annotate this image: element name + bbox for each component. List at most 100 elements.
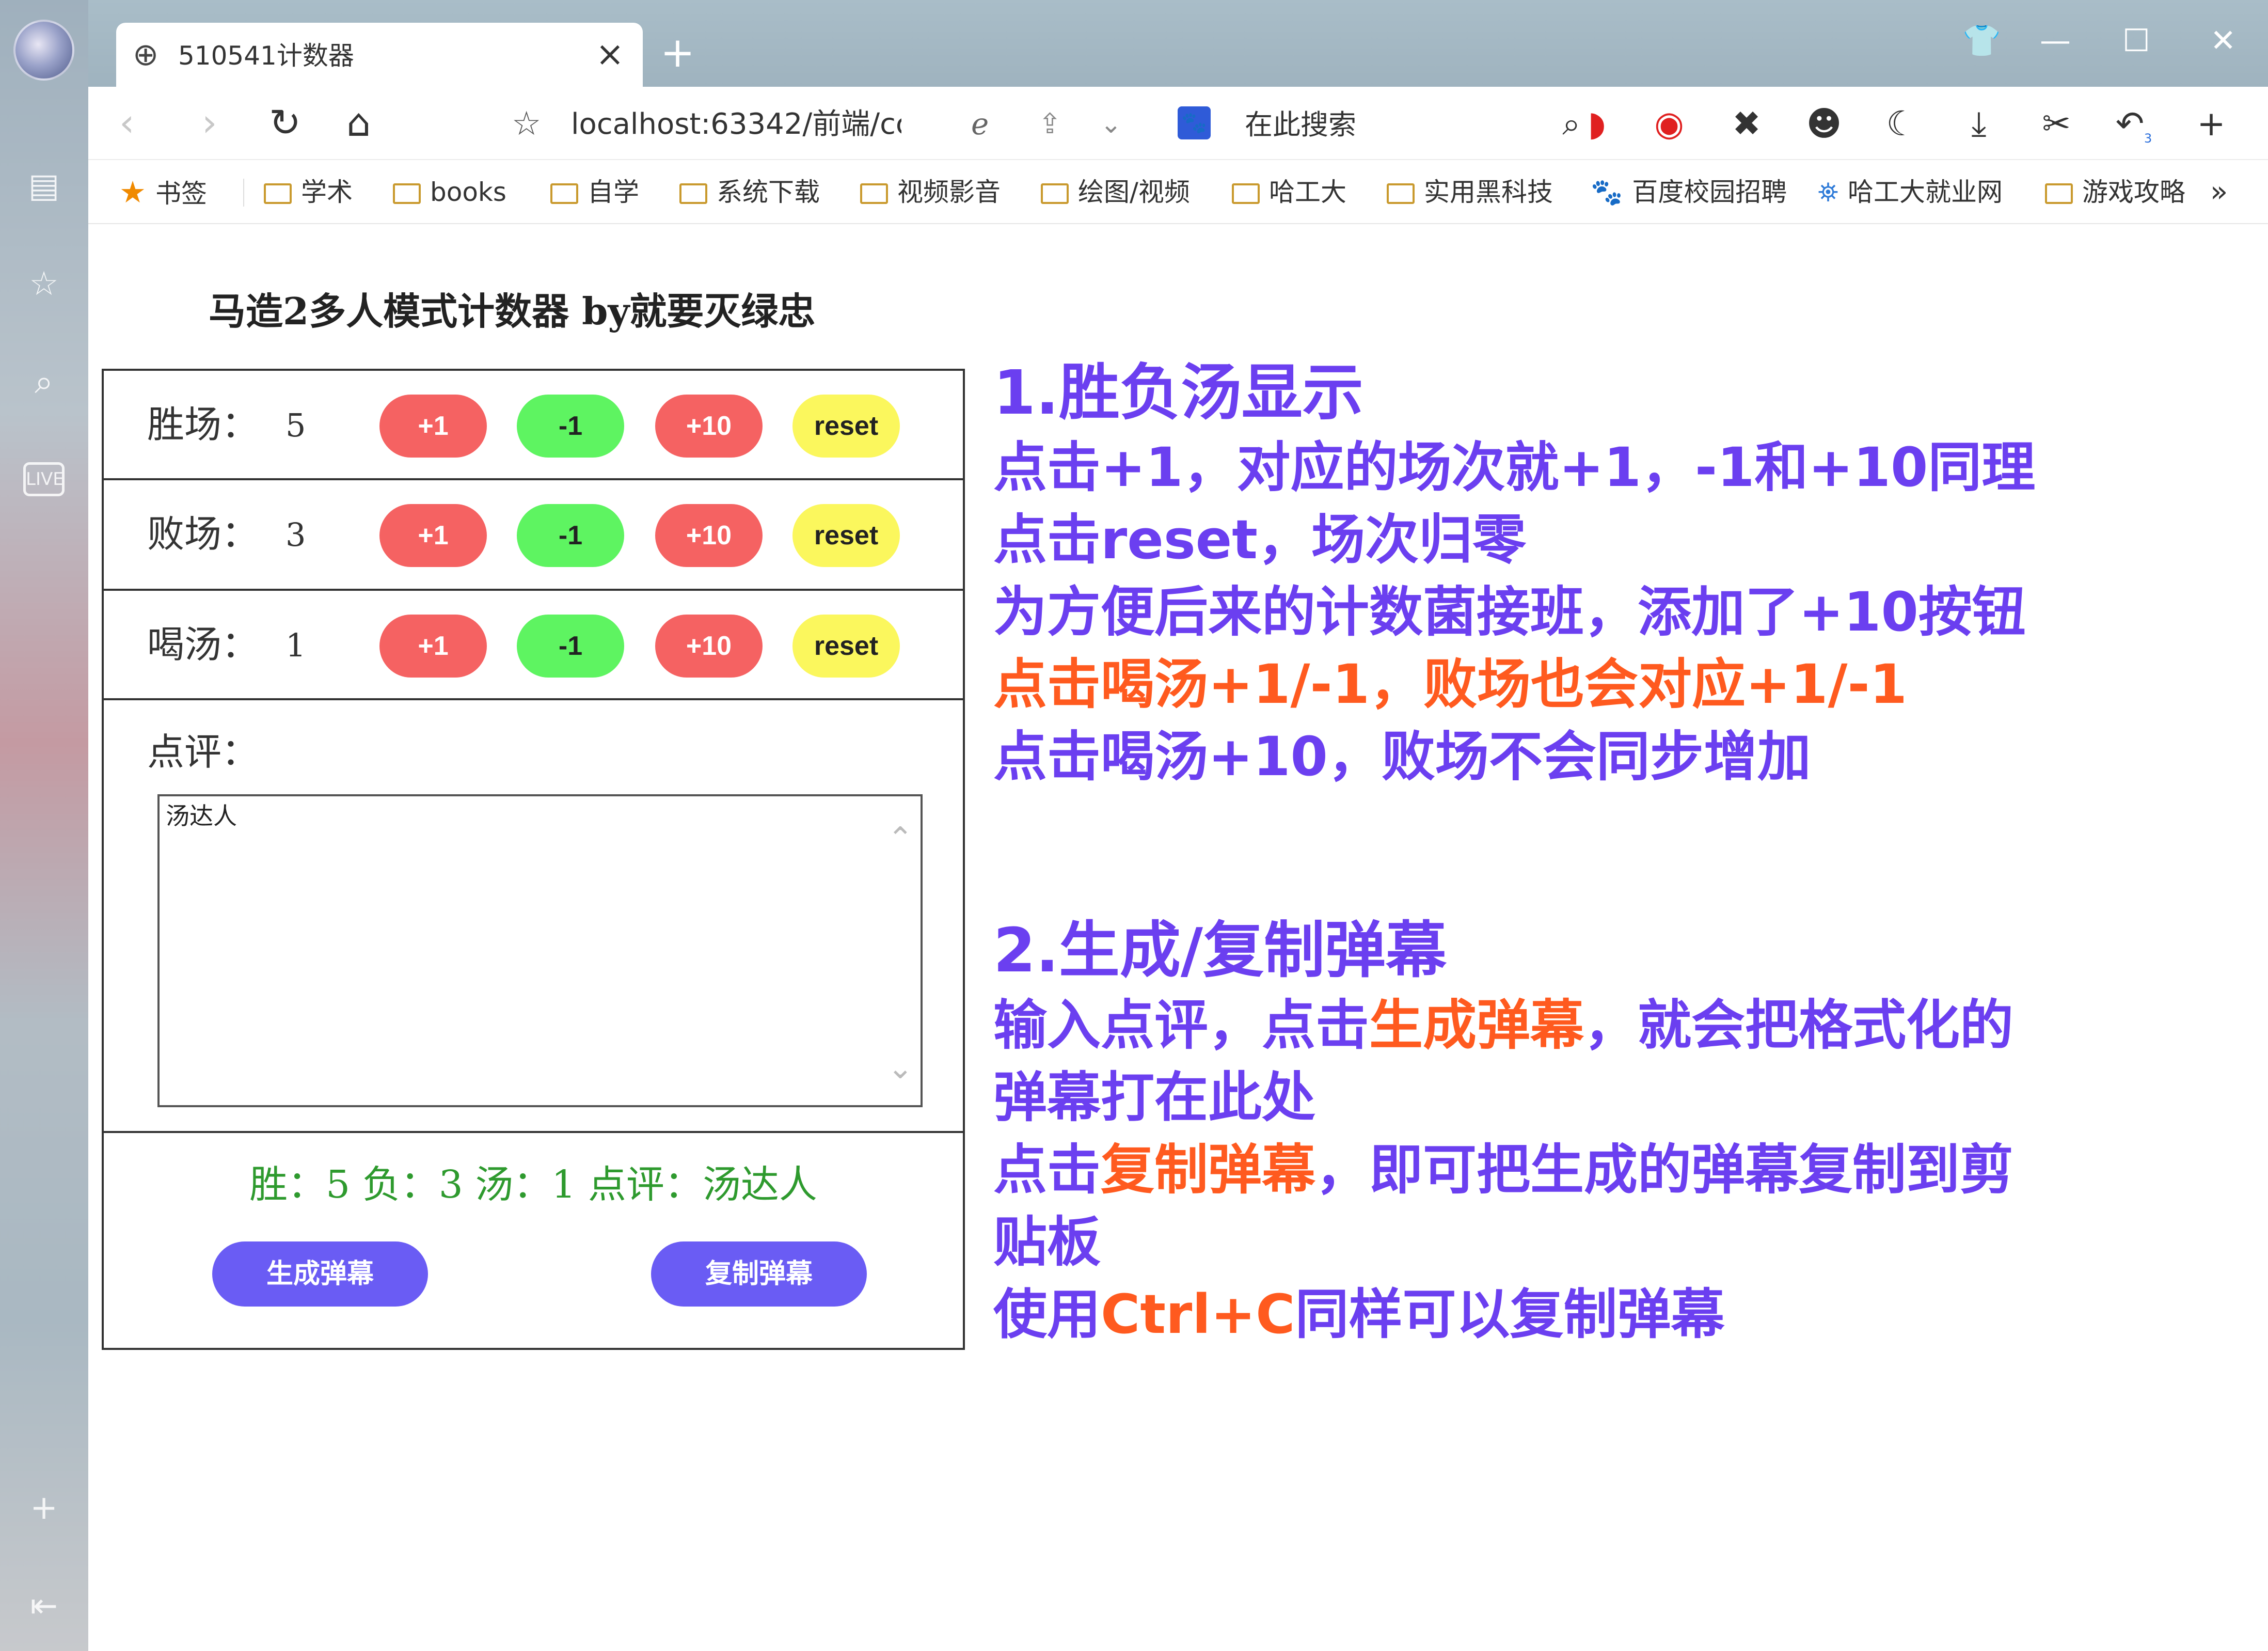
folder-icon [1232, 183, 1260, 204]
divider [243, 179, 244, 207]
download-icon[interactable]: ⤓ [1957, 102, 2001, 146]
add-icon[interactable]: + [23, 1487, 65, 1529]
back-icon[interactable]: ‹ [119, 102, 135, 144]
hit-logo-icon: ⛯ [1818, 177, 1838, 207]
counter-panel: 胜场： 5 +1 -1 +10 reset 败场： 3 +1 -1 +10 re… [102, 369, 965, 1350]
section2-line3: 点击复制弹幕，即可把生成的弹幕复制到剪 [993, 1138, 2014, 1201]
result-section: 胜：5 负：3 汤：1 点评：汤达人 生成弹幕 复制弹幕 [104, 1133, 963, 1350]
cat-extension-icon[interactable]: ☻ [1802, 102, 1846, 146]
folder-icon [2045, 183, 2073, 204]
live-icon[interactable]: LIVE [23, 462, 65, 496]
search-box[interactable]: 🐾 在此搜索 ⌕ [1178, 102, 1580, 146]
folder-icon [860, 183, 888, 204]
user-avatar[interactable] [13, 20, 74, 81]
collapse-sidebar-icon[interactable]: ⇤ [23, 1585, 65, 1627]
losses-row: 败场： 3 +1 -1 +10 reset [104, 480, 963, 591]
bookmark-folder[interactable]: 游戏攻略 [2045, 176, 2268, 209]
section2-line2: 弹幕打在此处 [993, 1066, 1316, 1129]
folder-icon [1387, 183, 1415, 204]
section2-line4: 贴板 [993, 1210, 1101, 1273]
bookmark-folder[interactable]: 系统下载 [679, 176, 820, 209]
soup-minus1-button[interactable]: -1 [517, 615, 624, 678]
wins-reset-button[interactable]: reset [792, 395, 900, 458]
search-placeholder[interactable]: 在此搜索 [1245, 108, 1356, 141]
section2-line1: 输入点评，点击生成弹幕，就会把格式化的 [993, 994, 2014, 1057]
bookmark-folder[interactable]: 绘图/视频 [1041, 176, 1190, 209]
review-label: 点评： [147, 730, 259, 774]
globe-icon: ⊕ [133, 37, 159, 73]
bookmark-folder[interactable]: 学术 [264, 176, 353, 209]
maximize-icon[interactable]: ☐ [2122, 23, 2150, 59]
review-input-text[interactable]: 汤达人 [166, 799, 237, 832]
wins-minus1-button[interactable]: -1 [517, 395, 624, 458]
share-icon[interactable]: ⇪ [1038, 104, 1061, 144]
bookmark-folder[interactable]: 实用黑科技 [1387, 176, 1553, 209]
soup-plus1-button[interactable]: +1 [379, 615, 487, 678]
wins-row: 胜场： 5 +1 -1 +10 reset [104, 371, 963, 480]
section1-line3: 为方便后来的计数菌接班，添加了+10按钮 [993, 580, 2026, 643]
video-play-icon[interactable]: ◉ [1647, 102, 1691, 146]
search-icon[interactable]: ⌕ [23, 361, 65, 403]
losses-plus1-button[interactable]: +1 [379, 504, 487, 567]
section1-line2: 点击reset，场次归零 [993, 508, 1526, 571]
minimize-icon[interactable]: — [2040, 23, 2071, 59]
star-icon: ★ [119, 175, 146, 210]
extension-red-icon[interactable]: ◗ [1575, 102, 1619, 146]
more-bookmarks-icon[interactable]: » [2210, 176, 2228, 209]
reload-icon[interactable]: ↻ [269, 102, 301, 144]
soup-plus10-button[interactable]: +10 [655, 615, 763, 678]
review-section: 点评： 汤达人 ⌃ ⌄ [104, 700, 963, 1133]
browser-tab[interactable]: ⊕ 510541计数器 × [116, 23, 643, 87]
navigation-bar: ‹ › ↻ ⌂ ☆ localhost:63342/前端/cc ℯ ⇪ ⌄ 🐾 … [88, 87, 2268, 160]
copy-danmaku-button[interactable]: 复制弹幕 [651, 1241, 867, 1307]
x-extension-icon[interactable]: ✖ [1725, 102, 1768, 146]
wins-label: 胜场： [147, 403, 259, 446]
forward-icon[interactable]: › [202, 102, 217, 144]
ie-mode-icon[interactable]: ℯ [971, 104, 989, 144]
page-title: 马造2多人模式计数器 by就要灭绿忠 [209, 289, 816, 333]
undo-icon[interactable]: ↶3 [2112, 102, 2155, 146]
losses-label: 败场： [147, 512, 259, 556]
bookmark-item[interactable]: 🐾 百度校园招聘 [1591, 176, 1787, 209]
wins-plus1-button[interactable]: +1 [379, 395, 487, 458]
close-window-icon[interactable]: ✕ [2210, 23, 2236, 59]
skin-icon[interactable]: 👕 [1962, 23, 2001, 59]
bookmark-folder[interactable]: 哈工大 [1232, 176, 1346, 209]
soup-reset-button[interactable]: reset [792, 615, 900, 678]
baidu-logo-icon[interactable]: 🐾 [1178, 106, 1211, 139]
losses-plus10-button[interactable]: +10 [655, 504, 763, 567]
bookmark-folder[interactable]: 视频影音 [860, 176, 1001, 209]
bookmark-item[interactable]: ⛯ 哈工大就业网 [1818, 176, 2003, 209]
soup-row: 喝汤： 1 +1 -1 +10 reset [104, 591, 963, 700]
folder-icon [264, 183, 292, 204]
address-bar[interactable]: ☆ localhost:63342/前端/cc ℯ ⇪ ⌄ [512, 102, 1157, 146]
scroll-up-icon[interactable]: ⌃ [887, 823, 913, 854]
bookmark-item[interactable]: ★ 书签 [119, 176, 207, 209]
wins-plus10-button[interactable]: +10 [655, 395, 763, 458]
losses-minus1-button[interactable]: -1 [517, 504, 624, 567]
address-text[interactable]: localhost:63342/前端/cc [571, 107, 901, 141]
bookmark-folder[interactable]: books [393, 176, 506, 209]
review-textarea[interactable]: 汤达人 ⌃ ⌄ [157, 794, 923, 1107]
bookmarks-bar: ★ 书签 学术 books 自学 系统下载 视频影音 绘图/视频 哈工大 实用黑科… [88, 160, 2268, 224]
losses-reset-button[interactable]: reset [792, 504, 900, 567]
add-icon[interactable]: + [2190, 102, 2233, 146]
chevron-down-icon[interactable]: ⌄ [1100, 104, 1122, 144]
generate-danmaku-button[interactable]: 生成弹幕 [212, 1241, 428, 1307]
home-icon[interactable]: ⌂ [346, 102, 371, 144]
reader-icon[interactable]: ▤ [23, 165, 65, 207]
losses-value: 3 [286, 516, 306, 554]
scroll-down-icon[interactable]: ⌄ [887, 1052, 913, 1083]
bookmark-star-icon[interactable]: ☆ [512, 104, 541, 144]
folder-icon [679, 183, 707, 204]
screenshot-scissors-icon[interactable]: ✂ [2035, 102, 2078, 146]
bookmark-folder[interactable]: 自学 [550, 176, 639, 209]
close-tab-icon[interactable]: × [596, 36, 624, 72]
new-tab-icon[interactable]: + [660, 32, 695, 73]
favorites-star-icon[interactable]: ☆ [23, 263, 65, 305]
danmaku-result-text: 胜：5 负：3 汤：1 点评：汤达人 [249, 1162, 817, 1207]
folder-icon [393, 183, 421, 204]
folder-icon [1041, 183, 1069, 204]
wins-value: 5 [286, 406, 306, 444]
dark-mode-moon-icon[interactable]: ☾ [1880, 102, 1923, 146]
